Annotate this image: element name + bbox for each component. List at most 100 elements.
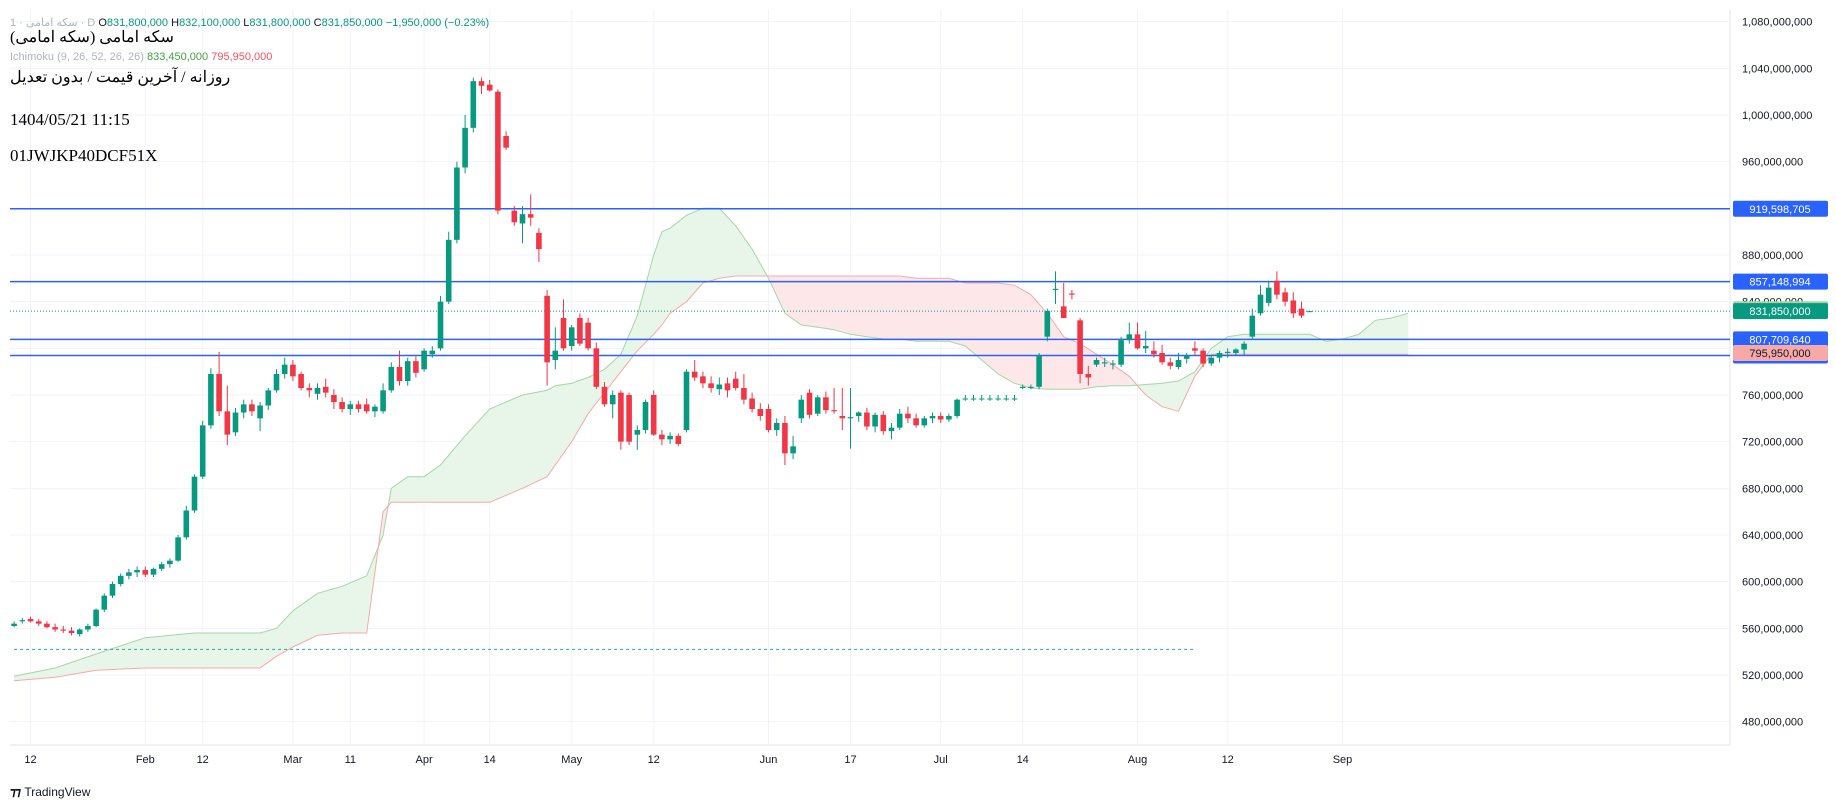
candle-body (1257, 294, 1264, 314)
price-chart[interactable]: 1,080,000,000 1,040,000,000 1,000,000,000 9… (0, 0, 1836, 809)
instrument-code: 01JWJKP40DCF51X (10, 146, 158, 165)
candle-body (126, 572, 132, 576)
x-tick-label: Aug (1128, 754, 1148, 766)
candle-body (601, 386, 608, 405)
y-tick-label: 600,000,000 (1742, 577, 1803, 589)
cloud-segment (1293, 334, 1310, 355)
candle-body (978, 398, 985, 400)
candle-body (363, 404, 370, 412)
candle-body (1151, 350, 1157, 355)
y-tick-label: 720,000,000 (1742, 437, 1803, 449)
candle-body (896, 413, 903, 428)
y-tick-label: 760,000,000 (1742, 390, 1803, 402)
x-tick-label: Apr (416, 754, 433, 766)
y-tick-label: 480,000,000 (1742, 717, 1803, 729)
candle-body (44, 623, 50, 628)
cloud-segment (546, 385, 556, 478)
candle-body (486, 84, 493, 91)
candle-body (527, 214, 534, 218)
chart-subtitle: روزانه / آخرین قیمت / بدون تعدیل (10, 69, 231, 86)
candle-body (109, 584, 116, 596)
cloud-segment (1145, 383, 1163, 408)
candle-body (298, 374, 304, 388)
price-axis[interactable]: 1,080,000,000 1,040,000,000 1,000,000,000 9… (1742, 17, 1812, 729)
x-tick-label: Jun (760, 754, 778, 766)
x-tick-label: 14 (484, 754, 496, 766)
cloud-segment (948, 278, 966, 347)
candle-body (1142, 346, 1149, 349)
candle-body (134, 570, 140, 573)
y-tick-label: 960,000,000 (1742, 157, 1803, 169)
candle-body (208, 374, 214, 426)
cloud-segment (653, 231, 663, 335)
hline-price-label: 919,598,705 (1749, 204, 1810, 216)
candle-body (593, 348, 600, 387)
cloud-segment (702, 208, 720, 284)
candle-body (1110, 363, 1116, 365)
candle-body (609, 395, 616, 405)
candle-body (1282, 292, 1288, 302)
cloud-segment (669, 214, 687, 314)
candle-body (322, 386, 329, 393)
cloud-segment (1260, 334, 1278, 355)
candle-body (872, 414, 878, 427)
candle-body (667, 435, 673, 440)
candle-body (1052, 288, 1059, 290)
candle-body (421, 350, 427, 370)
candle-body (339, 402, 345, 409)
y-tick-label: 880,000,000 (1742, 250, 1803, 262)
candle-body (618, 392, 624, 442)
candle-body (831, 410, 837, 412)
candle-body (1249, 315, 1256, 337)
candle-body (85, 626, 91, 630)
cloud-segment (1358, 319, 1376, 355)
cloud-segment (1014, 284, 1032, 389)
candle-body (1216, 353, 1223, 358)
candle-body (117, 575, 124, 584)
candle-body (798, 399, 805, 419)
candle-body (11, 623, 17, 626)
candle-body (765, 409, 772, 430)
candle-body (191, 476, 198, 511)
candle-body (716, 384, 723, 390)
candle-body (1265, 287, 1272, 303)
candle-body (691, 371, 698, 378)
y-tick-label: 560,000,000 (1742, 623, 1803, 635)
cloud-segment (817, 275, 835, 330)
x-tick-label: 12 (197, 754, 209, 766)
candle-body (1077, 320, 1083, 374)
cloud-segment (719, 207, 736, 279)
candle-body (659, 434, 665, 440)
candle-body (954, 399, 960, 416)
candle-body (937, 416, 944, 420)
candle-body (216, 374, 222, 412)
cloud-segment (686, 207, 704, 303)
candle-body (429, 350, 436, 355)
candle-body (880, 414, 887, 432)
time-axis[interactable]: 12 Feb 12 Mar 11 Apr 14 May 12 Jun 17 Jul 14 Aug 12 Sep (24, 754, 1352, 766)
candle-body (929, 416, 936, 419)
candle-body (306, 388, 313, 391)
candle-body (265, 390, 272, 406)
cloud-segment (833, 275, 851, 335)
candle-body (921, 418, 928, 426)
candle-body (462, 127, 468, 168)
candle-body (1126, 334, 1133, 341)
candle-body (1192, 348, 1198, 351)
candle-body (782, 423, 788, 454)
change-value: −1,950,000 (−0.23%) (385, 17, 490, 29)
candle-body (52, 627, 58, 630)
candle-body (946, 416, 952, 420)
candle-body (454, 167, 460, 240)
timestamp: 1404/05/21 11:15 (10, 110, 130, 129)
candle-body (987, 398, 993, 400)
cloud-segment (407, 476, 425, 503)
candle-body (626, 395, 632, 442)
candle-body (199, 425, 206, 477)
candle-body (773, 423, 780, 430)
candle-body (1183, 355, 1190, 359)
brand[interactable]: ⁊⁊ TradingView (10, 785, 90, 799)
horizontal-lines[interactable] (10, 208, 1730, 650)
candle-body (1200, 350, 1206, 364)
candle-body (1028, 386, 1034, 388)
